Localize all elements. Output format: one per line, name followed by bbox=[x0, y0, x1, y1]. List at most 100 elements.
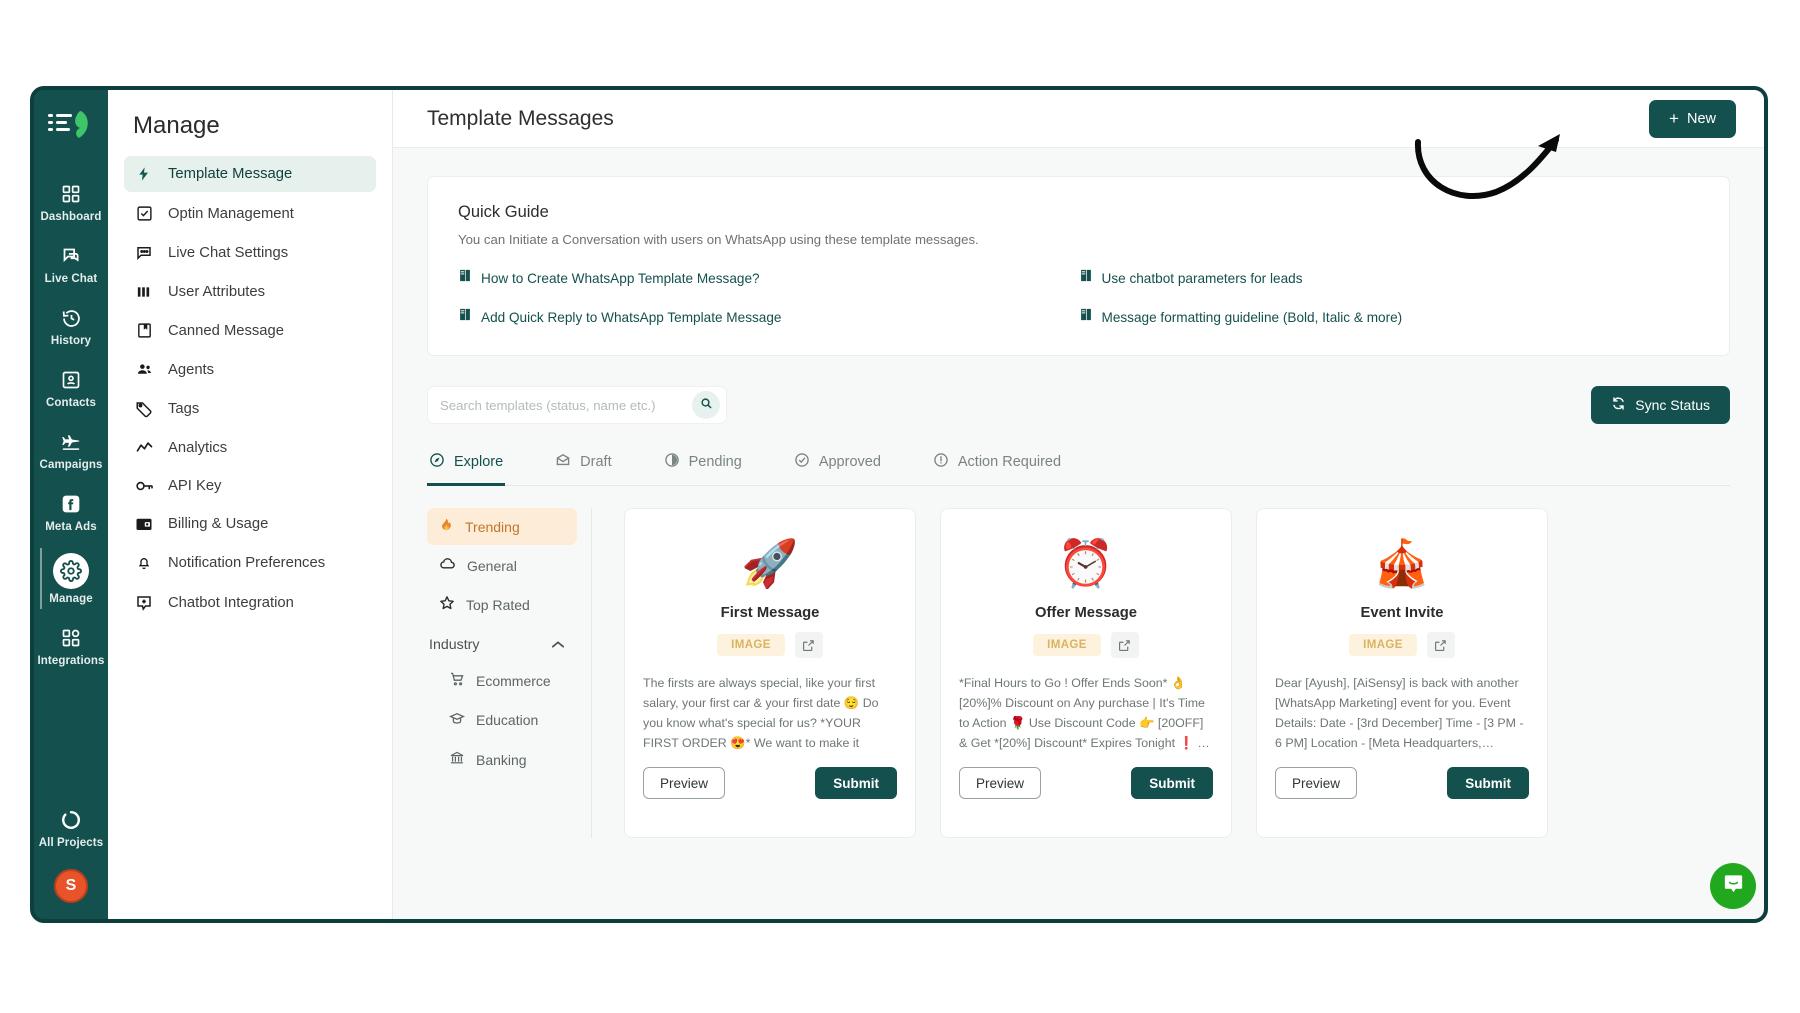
plus-badge-icon bbox=[134, 594, 154, 612]
sidebar-item-template-message[interactable]: Template Message bbox=[124, 156, 376, 192]
content-scroll: Quick Guide You can Initiate a Conversat… bbox=[393, 148, 1764, 919]
rail-item-history[interactable]: History bbox=[34, 298, 108, 353]
rail-item-contacts[interactable]: Contacts bbox=[34, 360, 108, 415]
submit-button[interactable]: Submit bbox=[815, 767, 897, 799]
tab-label: Draft bbox=[580, 454, 612, 470]
sidebar-item-label: Billing & Usage bbox=[168, 516, 269, 532]
sidebar-item-chatbot-integration[interactable]: Chatbot Integration bbox=[124, 585, 376, 621]
submit-button[interactable]: Submit bbox=[1131, 767, 1213, 799]
sidebar-item-billing-usage[interactable]: Billing & Usage bbox=[124, 507, 376, 541]
rail-item-live-chat[interactable]: Live Chat bbox=[34, 236, 108, 291]
tab-label: Explore bbox=[454, 454, 504, 470]
book-icon bbox=[1079, 307, 1093, 327]
trend-line-icon bbox=[134, 441, 154, 455]
submit-button[interactable]: Submit bbox=[1447, 767, 1529, 799]
category-trending[interactable]: Trending bbox=[427, 508, 577, 545]
quick-guide-link-quick-reply[interactable]: Add Quick Reply to WhatsApp Template Mes… bbox=[458, 307, 1079, 327]
manage-subnav: Manage Template Message Optin Management bbox=[108, 90, 393, 919]
sync-status-button[interactable]: Sync Status bbox=[1591, 386, 1730, 424]
category-label: General bbox=[467, 557, 517, 574]
quick-guide-link-formatting-guideline[interactable]: Message formatting guideline (Bold, Ital… bbox=[1079, 307, 1700, 327]
checkbox-icon bbox=[134, 205, 154, 222]
rail-item-integrations[interactable]: Integrations bbox=[34, 618, 108, 673]
app-window: Dashboard Live Chat History Contacts Cam… bbox=[30, 86, 1768, 923]
category-list: Trending General Top Rated Industry Ecom… bbox=[427, 508, 592, 838]
template-card[interactable]: 🚀 First Message IMAGE The firsts are alw… bbox=[624, 508, 916, 838]
fire-icon bbox=[439, 517, 454, 536]
quick-guide-link-chatbot-parameters[interactable]: Use chatbot parameters for leads bbox=[1079, 268, 1700, 288]
sync-label: Sync Status bbox=[1635, 397, 1710, 413]
sidebar-item-notification-preferences[interactable]: Notification Preferences bbox=[124, 545, 376, 581]
search-row: Sync Status bbox=[427, 386, 1730, 424]
template-title: Offer Message bbox=[1035, 605, 1137, 621]
tab-draft[interactable]: Draft bbox=[553, 446, 613, 486]
envelope-icon bbox=[555, 452, 571, 472]
tab-action-required[interactable]: Action Required bbox=[931, 446, 1063, 486]
sidebar-item-tags[interactable]: Tags bbox=[124, 391, 376, 427]
rail-label: Integrations bbox=[37, 655, 105, 667]
search-button[interactable] bbox=[692, 391, 720, 419]
sidebar-item-label: Chatbot Integration bbox=[168, 595, 294, 611]
sync-icon bbox=[1611, 396, 1626, 414]
category-general[interactable]: General bbox=[427, 548, 577, 583]
tab-approved[interactable]: Approved bbox=[792, 446, 883, 486]
subnav-title: Manage bbox=[133, 112, 220, 139]
send-icon bbox=[60, 429, 82, 455]
category-label: Education bbox=[476, 712, 539, 728]
new-template-button[interactable]: + New bbox=[1649, 99, 1736, 138]
search-input[interactable] bbox=[440, 397, 692, 413]
template-card[interactable]: 🎪 Event Invite IMAGE Dear [Ayush], [AiSe… bbox=[1256, 508, 1548, 838]
bank-icon bbox=[449, 750, 465, 769]
preview-button[interactable]: Preview bbox=[643, 767, 726, 799]
preview-button[interactable]: Preview bbox=[1275, 767, 1358, 799]
sidebar-item-canned-message[interactable]: Canned Message bbox=[124, 313, 376, 348]
category-label: Top Rated bbox=[466, 596, 530, 613]
preview-button[interactable]: Preview bbox=[959, 767, 1042, 799]
avatar[interactable]: S bbox=[54, 869, 88, 903]
aisensy-logo[interactable] bbox=[44, 104, 98, 144]
open-external-icon[interactable] bbox=[794, 632, 823, 658]
key-icon bbox=[134, 478, 154, 494]
category-banking[interactable]: Banking bbox=[427, 741, 577, 778]
sidebar-item-optin-management[interactable]: Optin Management bbox=[124, 196, 376, 231]
sidebar-item-label: Agents bbox=[168, 361, 215, 378]
limited-offer-emoji: ⏰ bbox=[1057, 536, 1115, 589]
tab-explore[interactable]: Explore bbox=[427, 446, 506, 486]
intercom-chat-button[interactable] bbox=[1710, 863, 1756, 909]
sidebar-item-user-attributes[interactable]: User Attributes bbox=[124, 275, 376, 309]
rail-item-all-projects[interactable]: All Projects bbox=[34, 800, 108, 855]
rail-label: Meta Ads bbox=[45, 521, 97, 533]
template-card[interactable]: ⏰ Offer Message IMAGE *Final Hours to Go… bbox=[940, 508, 1232, 838]
facebook-icon bbox=[61, 491, 81, 517]
template-body: The firsts are always special, like your… bbox=[643, 676, 879, 751]
quick-guide-link-create-template[interactable]: How to Create WhatsApp Template Message? bbox=[458, 268, 1079, 288]
rail-item-campaigns[interactable]: Campaigns bbox=[34, 422, 108, 477]
open-external-icon[interactable] bbox=[1110, 632, 1139, 658]
rail-label: Manage bbox=[49, 593, 93, 605]
sidebar-item-analytics[interactable]: Analytics bbox=[124, 431, 376, 465]
rail-item-meta-ads[interactable]: Meta Ads bbox=[34, 484, 108, 539]
rail-item-manage[interactable]: Manage bbox=[34, 546, 108, 611]
half-circle-icon bbox=[664, 452, 680, 472]
category-group-industry[interactable]: Industry bbox=[427, 626, 577, 662]
sidebar-item-agents[interactable]: Agents bbox=[124, 352, 376, 387]
category-education[interactable]: Education bbox=[427, 702, 577, 738]
type-badge: IMAGE bbox=[1033, 634, 1101, 656]
category-top-rated[interactable]: Top Rated bbox=[427, 586, 577, 623]
tab-pending[interactable]: Pending bbox=[662, 446, 744, 486]
template-title: First Message bbox=[720, 605, 820, 621]
open-external-icon[interactable] bbox=[1426, 632, 1455, 658]
category-ecommerce[interactable]: Ecommerce bbox=[427, 662, 577, 699]
rail-item-dashboard[interactable]: Dashboard bbox=[34, 174, 108, 229]
template-body: *Final Hours to Go ! Offer Ends Soon* 👌 … bbox=[959, 676, 1210, 751]
search-box[interactable] bbox=[427, 386, 727, 424]
rail-label: Live Chat bbox=[44, 273, 98, 285]
search-icon bbox=[700, 397, 713, 413]
quick-guide-title: Quick Guide bbox=[458, 203, 549, 221]
template-actions: Preview Submit bbox=[959, 767, 1213, 799]
sidebar-item-live-chat-settings[interactable]: Live Chat Settings bbox=[124, 235, 376, 271]
template-body: Dear [Ayush], [AiSensy] is back with ano… bbox=[1275, 676, 1524, 751]
sidebar-item-api-key[interactable]: API Key bbox=[124, 469, 376, 503]
chevron-up-icon bbox=[551, 637, 565, 653]
book-icon bbox=[458, 268, 472, 288]
